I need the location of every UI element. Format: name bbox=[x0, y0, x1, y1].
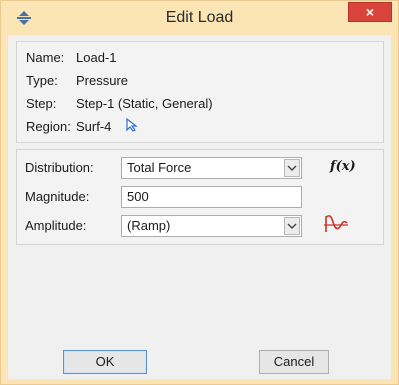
region-value: Surf-4 bbox=[76, 119, 112, 134]
load-info-panel: Name: Load-1 Type: Pressure Step: Step-1 (S… bbox=[16, 41, 384, 143]
title-bar[interactable]: Edit Load × bbox=[1, 1, 398, 35]
step-value: Step-1 (Static, General) bbox=[76, 96, 213, 111]
chevron-down-icon[interactable] bbox=[284, 217, 300, 235]
ok-button[interactable]: OK bbox=[63, 350, 147, 374]
distribution-select[interactable]: Total Force bbox=[121, 157, 302, 179]
magnitude-label: Magnitude: bbox=[25, 189, 90, 204]
step-label: Step: bbox=[26, 96, 57, 111]
amplitude-value: (Ramp) bbox=[127, 218, 171, 233]
close-button[interactable]: × bbox=[348, 2, 392, 22]
name-label: Name: bbox=[26, 50, 65, 65]
step-row: Step: Step-1 (Static, General) bbox=[26, 94, 213, 114]
fx-icon[interactable]: f(x) bbox=[330, 159, 356, 174]
type-label: Type: bbox=[26, 73, 58, 88]
name-row: Name: Load-1 bbox=[26, 48, 116, 68]
distribution-label: Distribution: bbox=[25, 160, 94, 175]
chevron-down-icon[interactable] bbox=[284, 159, 300, 177]
magnitude-input[interactable]: 500 bbox=[121, 186, 302, 208]
amplitude-curve-icon[interactable] bbox=[323, 214, 349, 237]
cancel-button[interactable]: Cancel bbox=[259, 350, 329, 374]
pick-cursor-icon[interactable] bbox=[125, 117, 139, 138]
magnitude-value: 500 bbox=[127, 189, 149, 204]
distribution-value: Total Force bbox=[127, 160, 192, 175]
edit-load-dialog: Edit Load × Name: Load-1 Type: Pressure St… bbox=[0, 0, 399, 385]
name-value: Load-1 bbox=[76, 50, 117, 65]
amplitude-select[interactable]: (Ramp) bbox=[121, 215, 302, 237]
type-value: Pressure bbox=[76, 73, 129, 88]
region-label: Region: bbox=[26, 119, 71, 134]
dialog-body: Name: Load-1 Type: Pressure Step: Step-1 (S… bbox=[8, 35, 391, 379]
dialog-title: Edit Load bbox=[165, 9, 234, 26]
load-parameters-panel: Distribution: Total Force f(x) Magnitude… bbox=[16, 149, 384, 245]
type-row: Type: Pressure bbox=[26, 71, 128, 91]
close-icon: × bbox=[365, 4, 375, 20]
amplitude-label: Amplitude: bbox=[25, 218, 87, 233]
region-row: Region: Surf-4 bbox=[26, 117, 139, 137]
